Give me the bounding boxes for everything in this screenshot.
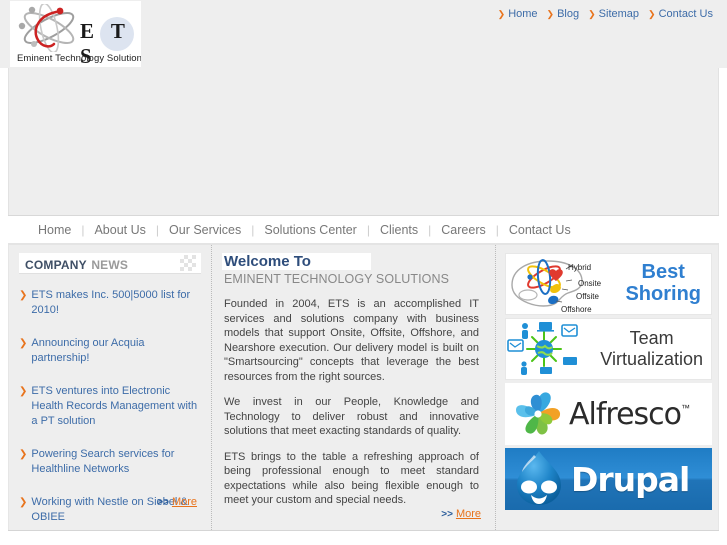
news-more-link[interactable]: >> More (157, 496, 197, 508)
alfresco-pinwheel-icon (516, 392, 561, 435)
news-list-item[interactable]: ❯ ETS makes Inc. 500|5000 list for 2010! (19, 288, 201, 318)
checker-decoration-icon (180, 255, 196, 271)
atom-logo-icon (18, 4, 75, 52)
nav-item-contact-us[interactable]: Contact Us (499, 223, 581, 237)
nav-item-our-services[interactable]: Our Services (159, 223, 251, 237)
company-news-header: COMPANY NEWS (19, 253, 201, 274)
welcome-more-link[interactable]: >> More (441, 508, 481, 520)
welcome-paragraph: Founded in 2004, ETS is an accomplished … (224, 298, 479, 383)
welcome-title: Welcome To (222, 253, 371, 270)
promo-alfresco[interactable]: Alfresco ™ (505, 383, 712, 445)
promo-team-virtualization-line2: Virtualization (600, 349, 703, 369)
content-area: COMPANY NEWS ❯ ETS makes Inc. 500|5000 l… (8, 245, 719, 530)
nav-item-careers[interactable]: Careers (431, 223, 495, 237)
promo-best-shoring[interactable]: Hybrid Onsite Offsite Offshore Best Shor… (505, 253, 712, 315)
promo-label-hybrid: Hybrid (568, 263, 592, 272)
news-more-label[interactable]: More (172, 496, 197, 508)
chevron-right-icon: ❯ (497, 8, 506, 19)
chevron-right-icon: ❯ (19, 386, 28, 397)
news-item-link[interactable]: Announcing our Acquia partnership! (31, 336, 201, 366)
alfresco-wordmark: Alfresco (569, 396, 682, 432)
top-utility-nav: ❯ Home ❯ Blog ❯ Sitemap ❯ Contact Us (498, 8, 713, 20)
welcome-paragraph: ETS brings to the table a refreshing app… (224, 450, 479, 507)
company-news-column: COMPANY NEWS ❯ ETS makes Inc. 500|5000 l… (9, 245, 212, 530)
news-item-link[interactable]: ETS makes Inc. 500|5000 list for 2010! (31, 288, 201, 318)
news-list-item[interactable]: ❯ ETS ventures into Electronic Health Re… (19, 384, 201, 429)
top-link-contact-us[interactable]: ❯ Contact Us (648, 8, 713, 20)
nav-item-about-us[interactable]: About Us (84, 223, 155, 237)
nav-item-home[interactable]: Home (28, 223, 81, 237)
news-item-link[interactable]: Powering Search services for Healthline … (31, 447, 201, 477)
promo-label-offshore: Offshore (561, 305, 592, 314)
promo-best-shoring-line1: Best (641, 261, 685, 283)
nav-item-clients[interactable]: Clients (370, 223, 428, 237)
promo-team-virtualization-line1: Team (629, 328, 674, 348)
drupal-droplet-icon (517, 451, 561, 505)
chevron-right-icon: ❯ (19, 290, 28, 301)
top-link-blog[interactable]: ❯ Blog (547, 8, 580, 20)
news-list-item[interactable]: ❯ Powering Search services for Healthlin… (19, 447, 201, 477)
chevron-right-icon: ❯ (19, 338, 28, 349)
site-logo[interactable]: E T S Eminent Technology Solutions (10, 1, 141, 67)
company-news-title-strong: COMPANY (25, 258, 87, 272)
drupal-wordmark: Drupal (571, 459, 690, 499)
chevron-right-icon: ❯ (648, 8, 656, 19)
top-link-home-label[interactable]: Home (508, 8, 537, 20)
chevron-right-icon: ❯ (19, 497, 28, 508)
double-chevron-icon: >> (157, 496, 169, 508)
welcome-subtitle: EMINENT TECHNOLOGY SOLUTIONS (224, 272, 450, 286)
promo-team-virtualization-text: Team Virtualization (600, 328, 703, 370)
promo-best-shoring-text: Best Shoring (625, 261, 701, 305)
promo-best-shoring-line2: Shoring (625, 283, 701, 305)
site-header: E T S Eminent Technology Solutions ❯ Hom… (0, 0, 727, 68)
nav-item-solutions-center[interactable]: Solutions Center (254, 223, 366, 237)
logo-tagline: Eminent Technology Solutions (17, 53, 141, 64)
top-link-home[interactable]: ❯ Home (498, 8, 538, 20)
chevron-right-icon: ❯ (19, 449, 28, 460)
chevron-right-icon: ❯ (588, 8, 596, 19)
top-link-sitemap[interactable]: ❯ Sitemap (588, 8, 639, 20)
page-root: E T S Eminent Technology Solutions ❯ Hom… (0, 0, 727, 545)
top-link-sitemap-label[interactable]: Sitemap (599, 8, 639, 20)
footer-divider (8, 530, 719, 540)
promo-banners-column: Hybrid Onsite Offsite Offshore Best Shor… (496, 245, 718, 530)
company-news-title-light: NEWS (91, 258, 129, 272)
alfresco-trademark-icon: ™ (681, 402, 691, 413)
top-link-blog-label[interactable]: Blog (557, 8, 579, 20)
promo-team-virtualization[interactable]: Team Virtualization (505, 318, 712, 380)
news-item-link[interactable]: ETS ventures into Electronic Health Reco… (31, 384, 201, 429)
welcome-more-label[interactable]: More (456, 508, 481, 520)
welcome-paragraph: We invest in our People, Knowledge and T… (224, 396, 479, 437)
network-globe-icon (507, 322, 578, 375)
chevron-right-icon: ❯ (546, 8, 555, 19)
welcome-column: Welcome To EMINENT TECHNOLOGY SOLUTIONS … (212, 245, 496, 530)
hero-banner-area (8, 68, 719, 215)
primary-navigation: Home | About Us | Our Services | Solutio… (8, 215, 719, 245)
promo-drupal[interactable]: Drupal (505, 448, 712, 510)
top-link-contact-us-label[interactable]: Contact Us (659, 8, 713, 20)
news-list-item[interactable]: ❯ Announcing our Acquia partnership! (19, 336, 201, 366)
double-chevron-icon: >> (441, 508, 453, 520)
